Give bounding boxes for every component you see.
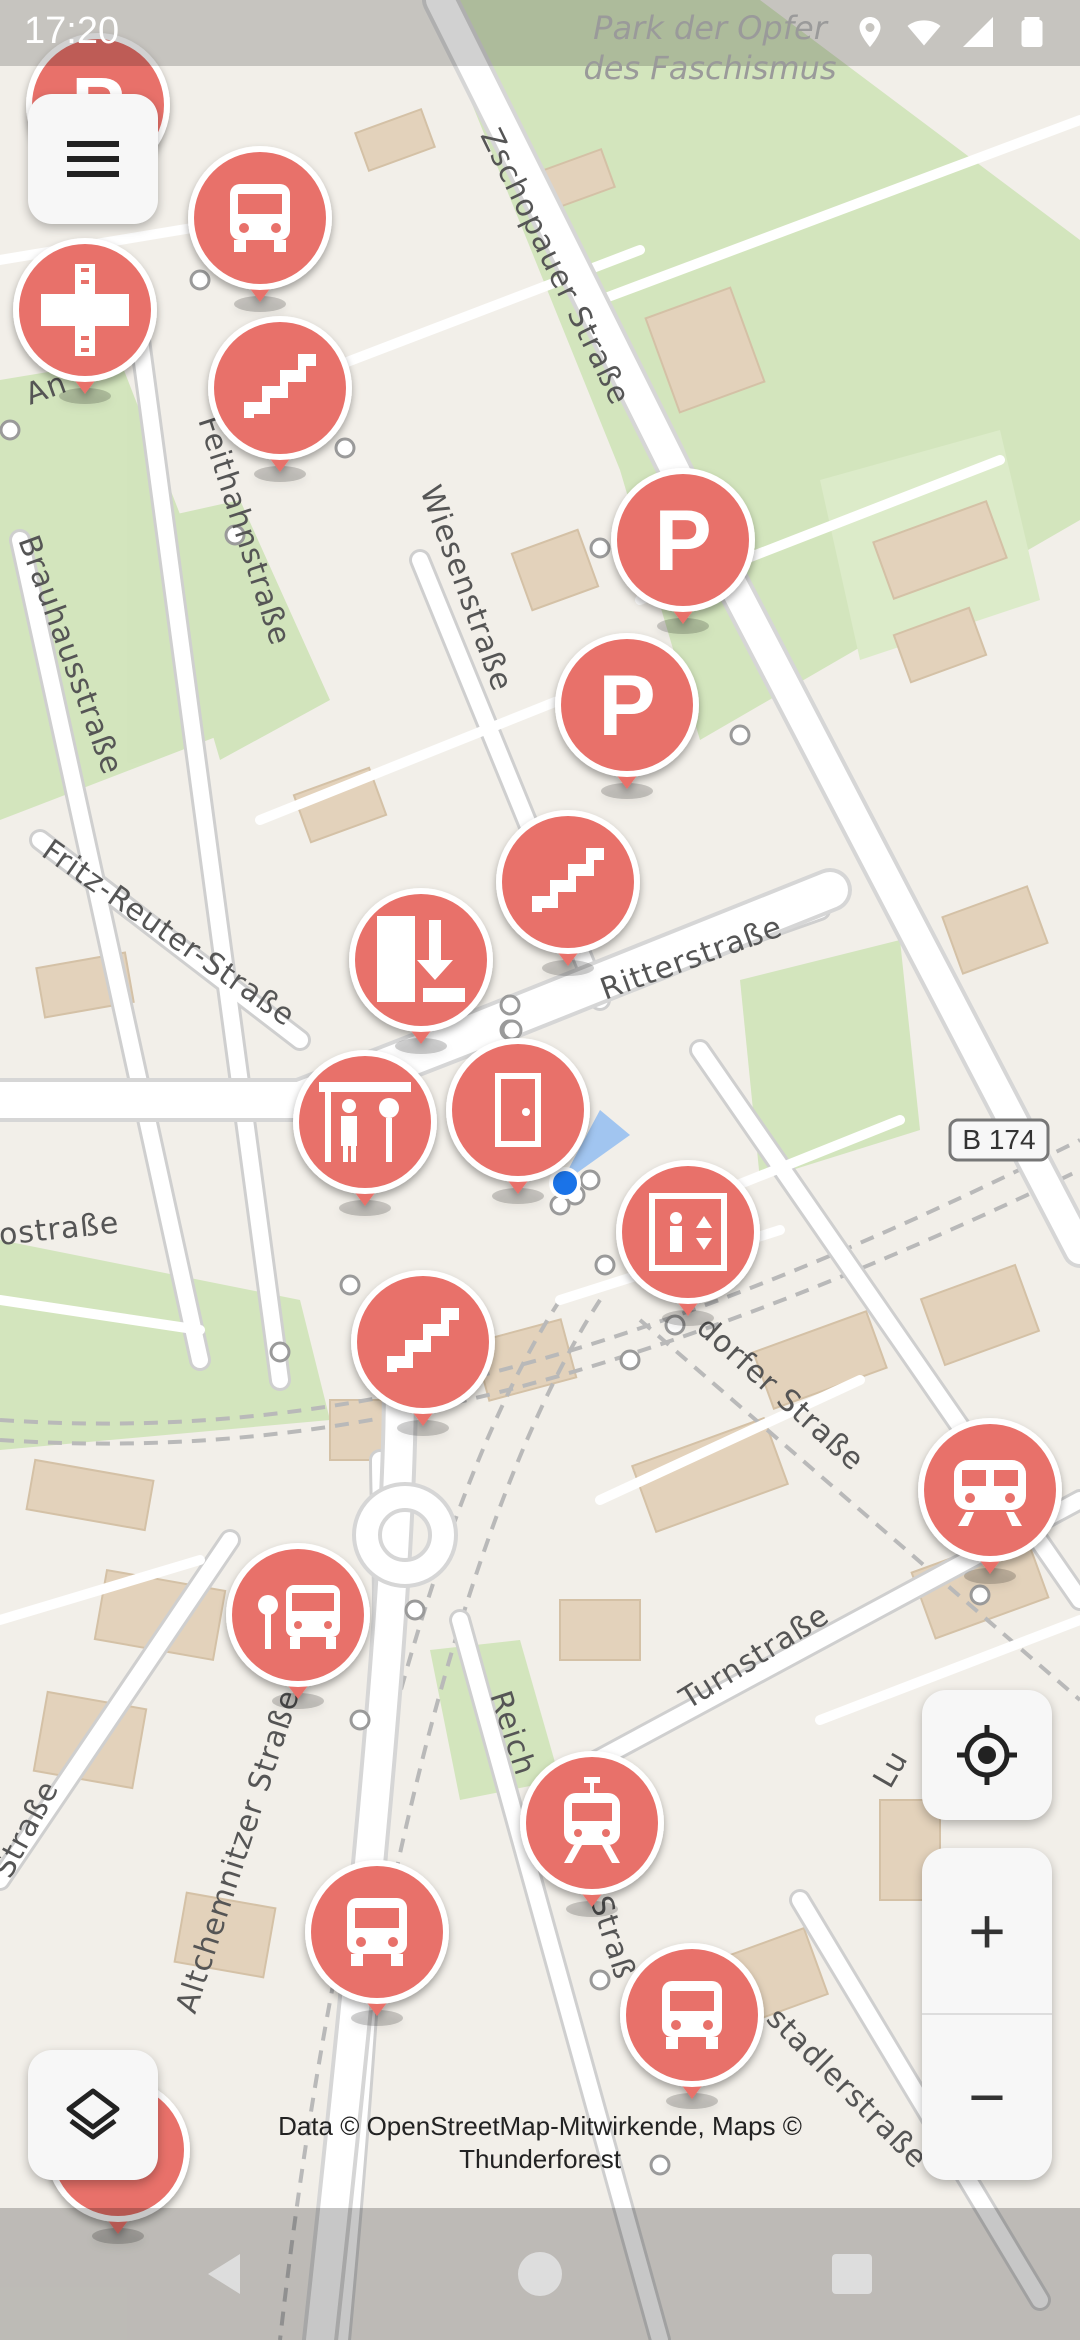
parking-icon: P — [654, 493, 711, 589]
status-time: 17:20 — [24, 10, 120, 52]
user-location-dot — [549, 1167, 581, 1199]
back-icon[interactable] — [200, 2250, 248, 2298]
signal-icon — [963, 17, 993, 47]
park-label: Park der Opfer des Faschismus — [540, 8, 880, 88]
layers-icon — [66, 2088, 120, 2140]
road-shield: B 174 — [948, 1118, 1050, 1162]
status-icons — [852, 12, 1050, 52]
zoom-in-button[interactable]: + — [922, 1848, 1052, 2013]
recents-icon[interactable] — [828, 2250, 876, 2298]
my-location-icon — [957, 1725, 1017, 1785]
battery-icon — [1021, 17, 1043, 47]
my-location-button[interactable] — [922, 1690, 1052, 1820]
layers-button[interactable] — [28, 2050, 158, 2180]
map-attribution[interactable]: Data © OpenStreetMap-Mitwirkende, Maps ©… — [250, 2110, 830, 2176]
zoom-controls: + − — [922, 1848, 1052, 2180]
wifi-icon — [907, 20, 941, 46]
parking-icon: P — [598, 658, 655, 754]
svg-text:B 174: B 174 — [962, 1124, 1035, 1155]
map-canvas[interactable]: Zschopauer Straße Brauhausstraße Wiesens… — [0, 0, 1080, 2340]
navigation-bar — [0, 2208, 1080, 2340]
home-icon[interactable] — [516, 2250, 564, 2298]
park-label-line2: des Faschismus — [583, 49, 837, 87]
menu-button[interactable] — [28, 94, 158, 224]
park-label-line1: Park der Opfer — [593, 9, 827, 47]
zoom-out-button[interactable]: − — [922, 2014, 1052, 2179]
menu-icon — [67, 141, 119, 177]
